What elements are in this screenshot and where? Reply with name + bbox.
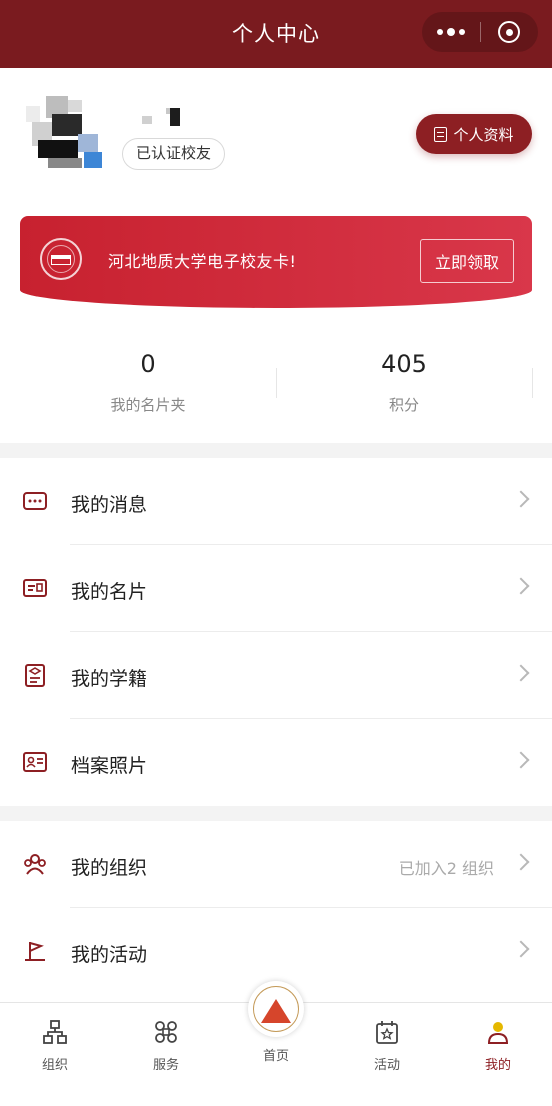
message-icon: [23, 492, 47, 510]
joined-organizations-count: 已加入2 组织: [398, 859, 494, 878]
chevron-right-icon: [512, 490, 530, 508]
menu-item-label: 档案照片: [71, 755, 148, 777]
points-label: 积分: [388, 396, 419, 414]
school-emblem-icon: [248, 981, 304, 1037]
command-icon: [155, 1021, 177, 1043]
points-stat[interactable]: 405 积分: [319, 350, 489, 415]
personal-info-button[interactable]: 个人资料: [416, 114, 532, 154]
stat-divider: [532, 368, 533, 398]
points-count: 405: [381, 350, 427, 378]
menu-item-label: 我的学籍: [71, 668, 148, 690]
tab-home[interactable]: 首页: [241, 981, 311, 1064]
tab-label: 我的: [484, 1058, 511, 1073]
business-card-icon: [23, 579, 47, 597]
personal-info-label: 个人资料: [453, 125, 514, 144]
tab-label: 首页: [262, 1049, 289, 1064]
flag-icon: [25, 942, 45, 961]
card-holder-count: 0: [140, 350, 156, 378]
mini-program-capsule: [422, 12, 538, 52]
calendar-star-icon: [376, 1021, 398, 1044]
student-record-icon: [25, 664, 45, 687]
card-holder-stat[interactable]: 0 我的名片夹: [63, 350, 233, 415]
menu-item-student-record[interactable]: 我的学籍: [0, 632, 552, 719]
tab-label: 服务: [152, 1058, 179, 1073]
profile-section: 已认证校友 个人资料 河北地质大学电子校友卡! 立即领取 0 我的名片夹 405…: [0, 68, 552, 443]
username: [140, 106, 184, 128]
menu-item-label: 我的活动: [71, 944, 148, 966]
navigation-bar: 个人中心: [0, 0, 552, 68]
chevron-right-icon: [512, 751, 530, 769]
close-mini-program-icon[interactable]: [480, 12, 538, 52]
archive-photo-icon: [23, 752, 47, 772]
chevron-right-icon: [512, 853, 530, 871]
university-logo-icon: [40, 238, 82, 280]
tab-mine[interactable]: 我的: [468, 1019, 528, 1073]
document-icon: [434, 126, 448, 142]
menu-item-archive-photo[interactable]: 档案照片: [0, 719, 552, 806]
avatar[interactable]: [26, 96, 106, 172]
more-options-icon[interactable]: [422, 12, 480, 52]
bottom-tab-bar: 组织 服务 首页 活动 我的: [0, 981, 552, 1106]
chevron-right-icon: [512, 577, 530, 595]
verified-alumni-badge: 已认证校友: [122, 138, 226, 170]
tab-label: 活动: [373, 1058, 400, 1073]
menu-item-label: 我的名片: [71, 581, 148, 603]
menu-item-organization[interactable]: 我的组织 已加入2 组织: [0, 821, 552, 908]
alumni-card-banner[interactable]: 河北地质大学电子校友卡! 立即领取: [20, 216, 532, 308]
menu-item-label: 我的消息: [71, 494, 148, 516]
tab-services[interactable]: 服务: [136, 1019, 196, 1073]
menu-item-business-card[interactable]: 我的名片: [0, 545, 552, 632]
tab-activities[interactable]: 活动: [357, 1019, 417, 1073]
tab-organization[interactable]: 组织: [25, 1019, 85, 1073]
menu-item-messages[interactable]: 我的消息: [0, 458, 552, 545]
tab-label: 组织: [41, 1058, 68, 1073]
chevron-right-icon: [512, 664, 530, 682]
alumni-card-text: 河北地质大学电子校友卡!: [108, 252, 297, 271]
stat-divider: [276, 368, 277, 398]
chevron-right-icon: [512, 940, 530, 958]
org-chart-icon: [43, 1020, 67, 1044]
user-icon: [487, 1022, 509, 1044]
menu-group-activities: 我的组织 已加入2 组织 我的活动: [0, 821, 552, 1002]
card-holder-label: 我的名片夹: [110, 396, 186, 414]
organization-icon: [24, 854, 46, 875]
claim-now-button[interactable]: 立即领取: [420, 239, 514, 283]
menu-item-label: 我的组织: [71, 857, 148, 879]
menu-group-records: 我的消息 我的名片 我的学籍 档案照片: [0, 458, 552, 806]
